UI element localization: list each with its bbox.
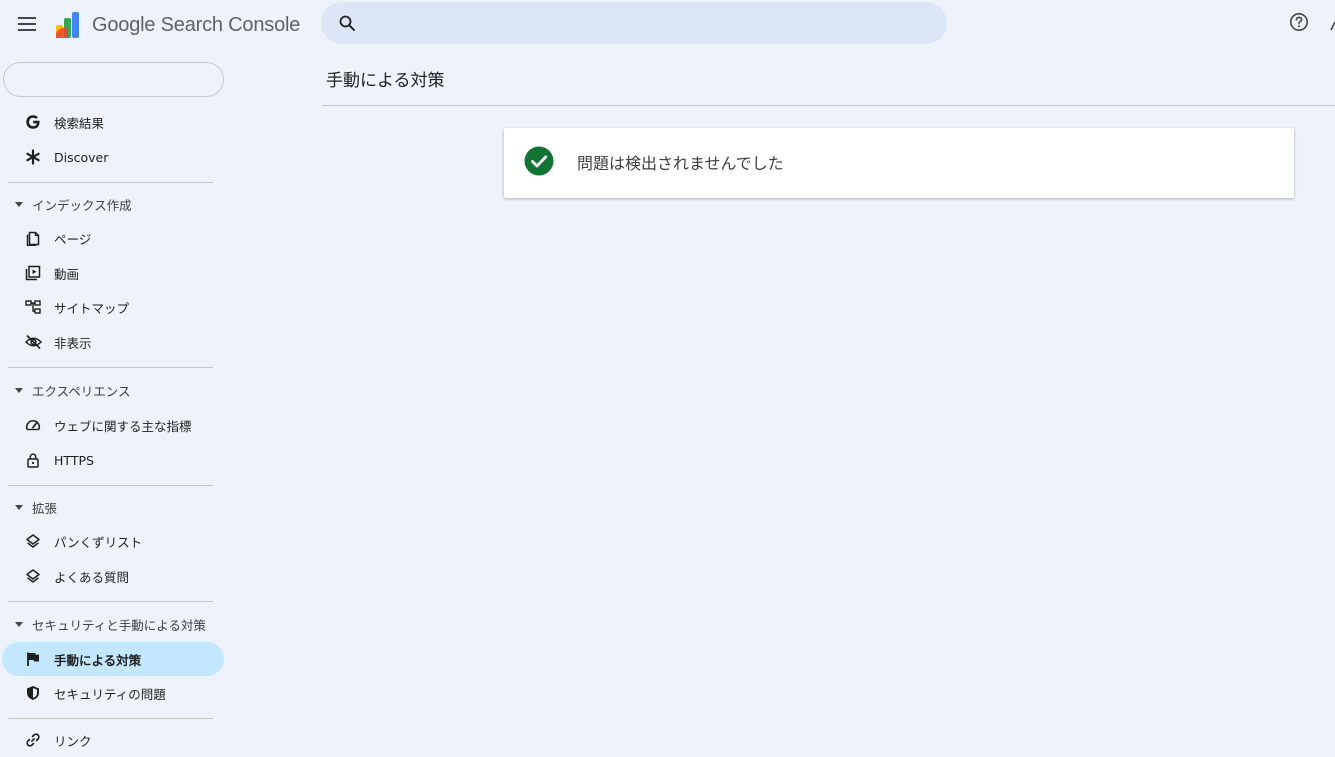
section-header-indexing[interactable]: インデックス作成: [14, 192, 214, 216]
sidebar-item-video[interactable]: 動画: [2, 256, 224, 290]
flag-icon: [24, 650, 42, 668]
asterisk-icon: [24, 148, 42, 166]
caret-down-icon: [14, 502, 24, 512]
property-selector[interactable]: [3, 62, 224, 97]
sidebar-item-discover[interactable]: Discover: [2, 140, 224, 174]
sidebar-item-label: 手動による対策: [54, 652, 142, 668]
sidebar-item-label: 非表示: [54, 335, 92, 351]
sidebar-item-label: サイトマップ: [54, 300, 130, 316]
sidebar-item-https[interactable]: HTTPS: [2, 443, 224, 477]
search-console-logo[interactable]: Google Search Console: [54, 9, 300, 41]
layers-icon: [24, 567, 42, 585]
help-icon: [1290, 13, 1308, 31]
search-icon: [337, 13, 357, 33]
pages-icon: [24, 229, 42, 247]
section-title: インデックス作成: [32, 197, 132, 213]
sidebar-item-label: ページ: [54, 231, 92, 247]
section-header-enhancements[interactable]: 拡張: [14, 495, 214, 519]
sidebar-item-core-web-vitals[interactable]: ウェブに関する主な指標: [2, 408, 224, 442]
sidebar: 検索結果 Discover インデックス作成 ページ 動画 サイトマップ 非表示…: [0, 50, 230, 750]
status-message: 問題は検出されませんでした: [577, 154, 784, 173]
section-header-experience[interactable]: エクスペリエンス: [14, 378, 214, 402]
sidebar-item-manual-actions[interactable]: 手動による対策: [2, 642, 224, 676]
page-title: 手動による対策: [326, 71, 445, 91]
caret-down-icon: [14, 385, 24, 395]
notification-icon[interactable]: [1329, 16, 1335, 32]
section-title: 拡張: [32, 500, 58, 516]
shield-icon: [24, 684, 42, 702]
sidebar-item-security-issues[interactable]: セキュリティの問題: [2, 676, 224, 710]
video-icon: [24, 264, 42, 282]
sidebar-item-sitemap[interactable]: サイトマップ: [2, 290, 224, 324]
sidebar-item-breadcrumbs[interactable]: パンくずリスト: [2, 524, 224, 558]
sidebar-item-pages[interactable]: ページ: [2, 221, 224, 255]
google-g-icon: [24, 113, 42, 131]
sidebar-divider: [8, 601, 213, 602]
sidebar-divider: [8, 485, 213, 486]
status-card: 問題は検出されませんでした: [504, 128, 1294, 198]
sidebar-divider: [8, 367, 213, 368]
app-title: Google Search Console: [92, 13, 301, 36]
hamburger-menu-icon: [18, 17, 36, 31]
sidebar-item-links[interactable]: リンク: [2, 723, 224, 757]
sidebar-item-faq[interactable]: よくある質問: [2, 559, 224, 593]
page-title-divider: [322, 105, 1335, 106]
sidebar-item-label: ウェブに関する主な指標: [54, 418, 192, 434]
sidebar-item-label: リンク: [54, 733, 92, 749]
sidebar-item-label: パンくずリスト: [54, 534, 143, 550]
caret-down-icon: [14, 199, 24, 209]
top-bar: Google Search Console: [0, 0, 1335, 50]
main-menu-button[interactable]: [10, 7, 44, 41]
caret-down-icon: [14, 619, 24, 629]
sidebar-item-label: Discover: [54, 149, 109, 165]
sidebar-item-search-results[interactable]: 検索結果: [2, 105, 224, 139]
help-button[interactable]: [1287, 10, 1311, 34]
search-input[interactable]: [365, 2, 947, 44]
sidebar-item-hidden[interactable]: 非表示: [2, 325, 224, 359]
check-circle-icon: [524, 146, 554, 176]
sidebar-divider: [8, 182, 213, 183]
search-console-logo-icon: [56, 12, 79, 38]
section-title: エクスペリエンス: [32, 383, 131, 399]
link-icon: [24, 731, 42, 749]
section-header-security[interactable]: セキュリティと手動による対策: [14, 612, 214, 636]
search-bar[interactable]: [321, 2, 947, 44]
sidebar-item-label: 動画: [54, 266, 80, 282]
sidebar-item-label: セキュリティの問題: [54, 686, 166, 702]
lock-icon: [24, 451, 42, 469]
sidebar-item-label: よくある質問: [54, 569, 130, 585]
layers-icon: [24, 532, 42, 550]
section-title: セキュリティと手動による対策: [32, 617, 206, 633]
eye-off-icon: [24, 333, 42, 351]
sidebar-item-label: 検索結果: [54, 115, 105, 131]
sidebar-divider: [8, 718, 213, 719]
speed-icon: [24, 416, 42, 434]
sidebar-item-label: HTTPS: [54, 452, 94, 468]
sitemap-icon: [24, 298, 42, 316]
